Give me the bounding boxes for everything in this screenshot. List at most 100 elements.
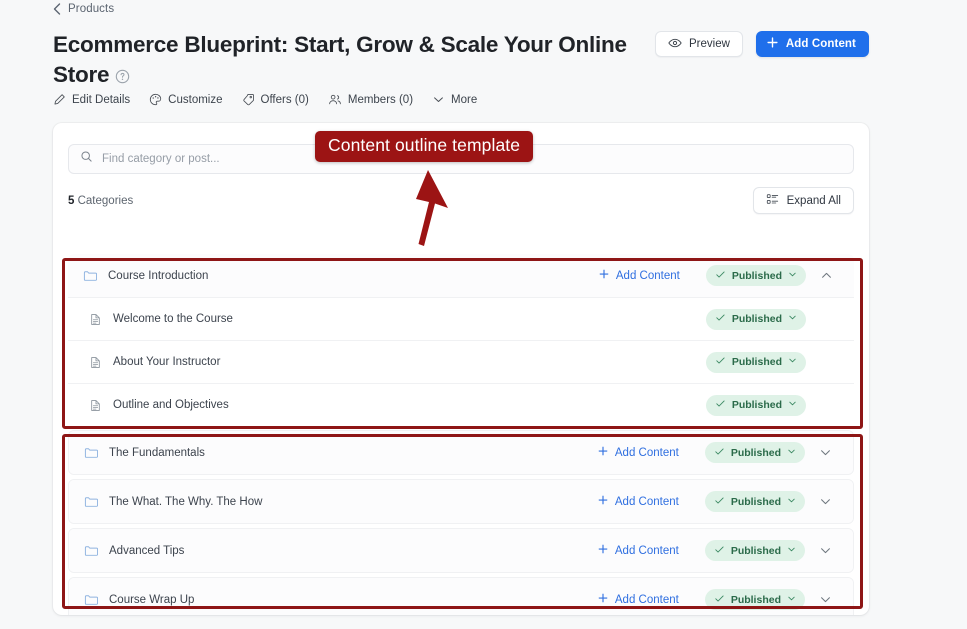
add-content-label: Add Content	[614, 593, 679, 606]
check-icon	[714, 544, 725, 558]
category-title: Course Wrap Up	[109, 593, 195, 606]
outline-toolbar: 5 Categories Expand All	[68, 187, 854, 214]
breadcrumb-products[interactable]: Products	[53, 3, 114, 15]
check-icon	[715, 312, 726, 326]
tab-offers[interactable]: Offers (0)	[242, 93, 309, 106]
row-add-content-button[interactable]: Add Content	[598, 268, 680, 283]
status-badge[interactable]: Published	[705, 394, 806, 416]
chevron-down-icon	[787, 496, 796, 508]
row-add-content-button[interactable]: Add Content	[597, 445, 679, 460]
chevron-down-icon	[787, 594, 796, 606]
plus-icon	[597, 543, 609, 558]
check-icon	[715, 269, 726, 283]
preview-button-label: Preview	[689, 38, 730, 50]
row-add-content-button[interactable]: Add Content	[597, 543, 679, 558]
status-label: Published	[730, 495, 781, 508]
status-label: Published	[730, 544, 781, 557]
expand-all-button[interactable]: Expand All	[752, 187, 854, 214]
outline-group: The Fundamentals Add Content Published	[68, 430, 854, 475]
breadcrumb-label: Products	[68, 3, 115, 15]
add-content-label: Add Content	[615, 269, 680, 282]
expand-category-button[interactable]	[811, 495, 839, 508]
folder-icon	[84, 593, 99, 607]
status-badge[interactable]: Published	[705, 308, 806, 330]
check-icon	[714, 495, 725, 509]
list-grid-icon	[766, 193, 779, 209]
add-content-button[interactable]: Add Content	[755, 31, 869, 57]
category-row[interactable]: The What. The Why. The How Add Content P…	[69, 480, 853, 523]
plus-icon	[597, 494, 609, 509]
chevron-down-icon	[787, 447, 796, 459]
category-count: 5 Categories	[68, 195, 133, 207]
pencil-icon	[53, 93, 66, 106]
status-badge[interactable]: Published	[704, 589, 805, 610]
add-content-label: Add Content	[614, 495, 679, 508]
document-icon	[89, 313, 102, 326]
status-badge[interactable]: Published	[705, 351, 806, 373]
tab-edit-details[interactable]: Edit Details	[53, 93, 130, 106]
row-add-content-button[interactable]: Add Content	[597, 494, 679, 509]
expand-category-button[interactable]	[811, 544, 839, 557]
folder-icon	[84, 544, 99, 558]
category-row[interactable]: Advanced Tips Add Content Published	[69, 529, 853, 572]
tab-members[interactable]: Members (0)	[328, 93, 413, 106]
people-icon	[328, 93, 342, 106]
status-label: Published	[730, 593, 781, 606]
product-content-outline-page: Products Ecommerce Blueprint: Start, Gro…	[0, 0, 967, 629]
category-row[interactable]: Course Wrap Up Add Content Published	[69, 578, 853, 615]
tag-icon	[242, 93, 255, 106]
status-badge[interactable]: Published	[704, 442, 805, 463]
status-label: Published	[731, 356, 782, 368]
add-content-label: Add Content	[614, 446, 679, 459]
folder-icon	[84, 446, 99, 460]
outline-group: Course Introduction Add Content Publishe…	[68, 254, 854, 426]
tab-customize[interactable]: Customize	[149, 93, 223, 106]
check-icon	[714, 446, 725, 460]
status-badge[interactable]: Published	[704, 491, 805, 512]
outline-list: Course Introduction Add Content Publishe…	[68, 254, 854, 615]
collapse-category-button[interactable]	[812, 269, 840, 282]
plus-icon	[597, 592, 609, 607]
tab-label: Customize	[168, 93, 223, 106]
category-title: Course Introduction	[108, 269, 209, 282]
category-row[interactable]: The Fundamentals Add Content Published	[69, 431, 853, 474]
tab-more[interactable]: More	[432, 93, 477, 106]
chevron-down-icon	[788, 356, 797, 368]
search-icon	[80, 150, 93, 168]
header-actions: Preview Add Content	[655, 31, 869, 57]
tab-label: More	[451, 93, 478, 106]
lesson-title: About Your Instructor	[113, 356, 221, 368]
status-label: Published	[731, 269, 782, 282]
eye-icon	[668, 36, 682, 53]
category-title: The Fundamentals	[109, 446, 205, 459]
check-icon	[715, 355, 726, 369]
folder-icon	[84, 495, 99, 509]
status-badge[interactable]: Published	[705, 265, 806, 286]
status-label: Published	[731, 313, 782, 325]
page-title: Ecommerce Blueprint: Start, Grow & Scale…	[53, 32, 627, 87]
expand-category-button[interactable]	[811, 593, 839, 606]
tab-label: Edit Details	[72, 93, 131, 106]
chevron-down-icon	[788, 313, 797, 325]
expand-all-label: Expand All	[786, 194, 841, 207]
row-add-content-button[interactable]: Add Content	[597, 592, 679, 607]
chevron-down-icon	[432, 93, 445, 106]
outline-group: Advanced Tips Add Content Published	[68, 528, 854, 573]
preview-button[interactable]: Preview	[655, 31, 743, 57]
product-tabs: Edit Details Customize Offers (0) Member…	[53, 93, 477, 106]
lesson-row[interactable]: About Your Instructor Published	[68, 340, 854, 383]
expand-category-button[interactable]	[811, 446, 839, 459]
question-circle-icon[interactable]	[115, 69, 130, 89]
category-title: The What. The Why. The How	[109, 495, 263, 508]
tab-label: Members (0)	[347, 93, 414, 106]
outline-group: The What. The Why. The How Add Content P…	[68, 479, 854, 524]
category-row[interactable]: Course Introduction Add Content Publishe…	[68, 254, 854, 297]
check-icon	[714, 593, 725, 607]
content-outline-card: 5 Categories Expand All	[53, 123, 869, 615]
status-badge[interactable]: Published	[704, 540, 805, 561]
lesson-row[interactable]: Welcome to the Course Published	[68, 297, 854, 340]
category-title: Advanced Tips	[109, 544, 185, 557]
status-label: Published	[730, 446, 781, 459]
lesson-row[interactable]: Outline and Objectives Published	[68, 383, 854, 426]
folder-icon	[83, 269, 98, 283]
